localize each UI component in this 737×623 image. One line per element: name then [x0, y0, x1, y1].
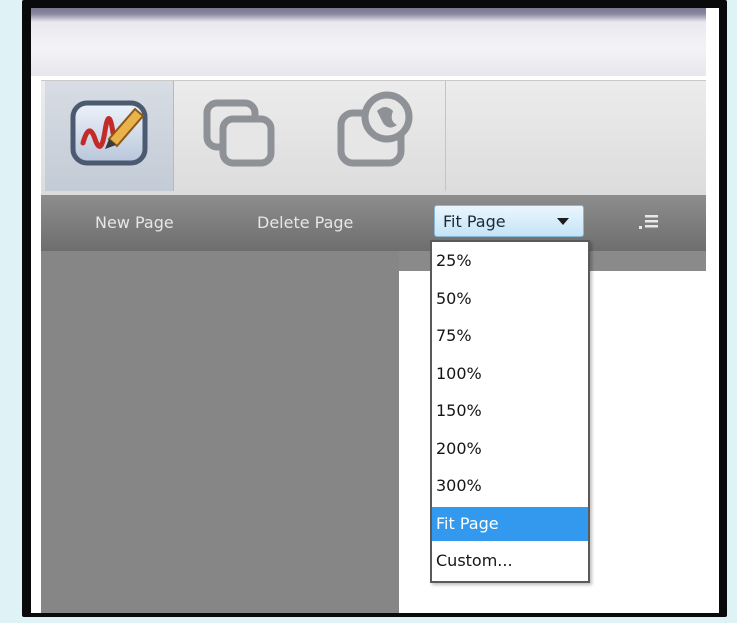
- zoom-option[interactable]: 50%: [432, 282, 588, 316]
- title-bar: [31, 8, 706, 76]
- globe-tool-button[interactable]: [305, 81, 446, 191]
- globe-shape-icon: [337, 91, 413, 167]
- zoom-select-value: Fit Page: [443, 212, 506, 231]
- zoom-option[interactable]: 25%: [432, 244, 588, 278]
- zoom-option[interactable]: 300%: [432, 469, 588, 503]
- app-window: New Page Delete Page Fit Page 25% 50% 75% 1…: [31, 8, 719, 613]
- list-icon[interactable]: [639, 211, 661, 233]
- pen-drawing-icon: [70, 100, 148, 166]
- page-canvas[interactable]: [41, 251, 399, 613]
- layers-tool-button[interactable]: [175, 81, 303, 191]
- pen-tool-button[interactable]: [45, 81, 174, 191]
- zoom-option[interactable]: Fit Page: [432, 506, 588, 541]
- zoom-option[interactable]: 150%: [432, 394, 588, 428]
- zoom-select[interactable]: Fit Page: [434, 205, 584, 237]
- zoom-option[interactable]: 200%: [432, 432, 588, 466]
- zoom-option[interactable]: 100%: [432, 357, 588, 391]
- zoom-option[interactable]: 75%: [432, 319, 588, 353]
- page-toolbar: New Page Delete Page Fit Page: [41, 195, 706, 251]
- new-page-button[interactable]: New Page: [95, 213, 174, 232]
- delete-page-button[interactable]: Delete Page: [257, 213, 353, 232]
- layers-icon: [203, 99, 275, 167]
- chevron-down-icon: [557, 218, 569, 225]
- zoom-dropdown-menu: 25% 50% 75% 100% 150% 200% 300% Fit Page Custom.…: [430, 240, 590, 583]
- zoom-option[interactable]: Custom...: [432, 544, 588, 578]
- ribbon-panel: [41, 80, 706, 195]
